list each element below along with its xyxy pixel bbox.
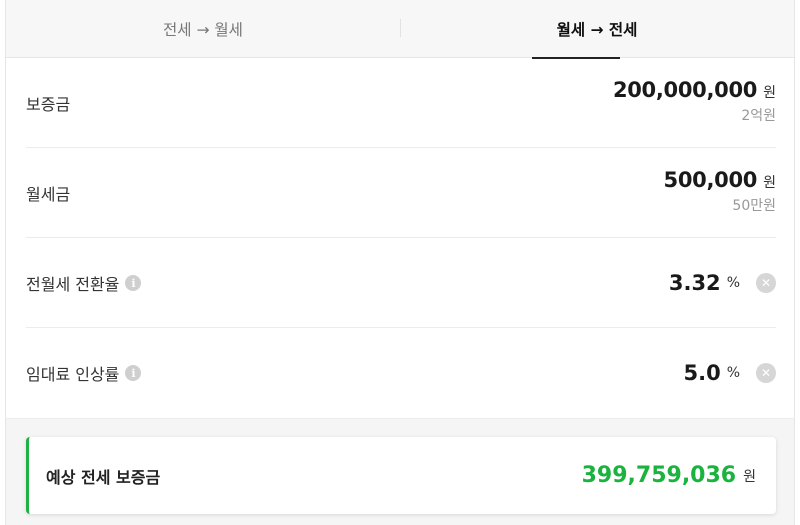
conversion-rate-unit: % (726, 275, 740, 291)
monthly-rent-row[interactable]: 월세금 500,000 원 50만원 (26, 148, 776, 238)
result-unit: 원 (743, 468, 756, 485)
deposit-unit: 원 (763, 85, 776, 101)
result-area: 예상 전세 보증금 399,759,036 원 (6, 418, 794, 525)
info-icon[interactable]: i (125, 365, 142, 381)
calculator-panel: 전세 → 월세 월세 → 전세 보증금 200,000,000 원 2억원 월세… (5, 0, 795, 525)
rent-increase-rate-field[interactable]: 5.0 % ✕ (683, 328, 776, 418)
conversion-rate-label: 전월세 전환율 (26, 275, 120, 294)
result-label: 예상 전세 보증금 (46, 467, 161, 487)
rent-increase-rate-label-wrap: 임대료 인상률 i (26, 328, 142, 418)
conversion-rate-label-wrap: 전월세 전환율 i (26, 238, 142, 328)
result-value: 399,759,036 (581, 463, 737, 488)
result-amount: 399,759,036 원 (582, 437, 756, 514)
monthly-rent-sub-text: 50만원 (732, 198, 776, 214)
conversion-rate-value[interactable]: 3.32 (669, 271, 721, 295)
deposit-row[interactable]: 보증금 200,000,000 원 2억원 (26, 58, 776, 148)
tab-wolse-to-jeonse[interactable]: 월세 → 전세 (400, 0, 794, 58)
info-icon[interactable]: i (125, 275, 142, 291)
conversion-rate-field[interactable]: 3.32 % ✕ (669, 238, 776, 328)
tab-bar: 전세 → 월세 월세 → 전세 (6, 0, 794, 59)
deposit-label: 보증금 (26, 95, 71, 114)
deposit-value[interactable]: 200,000,000 (613, 78, 757, 102)
rent-increase-rate-row[interactable]: 임대료 인상률 i 5.0 % ✕ (26, 328, 776, 418)
monthly-rent-unit: 원 (763, 175, 776, 191)
tab-wolse-to-jeonse-label: 월세 → 전세 (556, 21, 638, 39)
monthly-rent-label: 월세금 (26, 185, 71, 204)
tab-jeonse-to-wolse[interactable]: 전세 → 월세 (6, 0, 400, 58)
deposit-amount[interactable]: 200,000,000 원 2억원 (613, 78, 776, 125)
conversion-rate-row[interactable]: 전월세 전환율 i 3.32 % ✕ (26, 238, 776, 328)
result-card: 예상 전세 보증금 399,759,036 원 (26, 437, 776, 514)
tab-jeonse-to-wolse-label: 전세 → 월세 (163, 21, 243, 39)
monthly-rent-value[interactable]: 500,000 (664, 168, 758, 192)
clear-icon[interactable]: ✕ (756, 363, 776, 383)
deposit-sub-text: 2억원 (741, 108, 776, 124)
rent-increase-rate-label: 임대료 인상률 (26, 365, 120, 384)
clear-icon[interactable]: ✕ (756, 273, 776, 293)
monthly-rent-amount[interactable]: 500,000 원 50만원 (664, 168, 776, 215)
rent-increase-rate-value[interactable]: 5.0 (683, 361, 720, 385)
rent-increase-rate-unit: % (726, 365, 740, 381)
